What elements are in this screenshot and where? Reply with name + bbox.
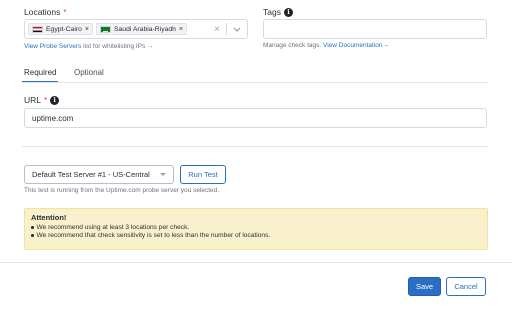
arrow-right-icon[interactable]: →: [383, 42, 390, 49]
info-icon: i: [50, 95, 60, 105]
arrow-right-icon: →: [147, 43, 154, 50]
location-chip-label: Saudi Arabia-Riyadh: [113, 25, 176, 33]
tags-label: Tags i: [263, 7, 293, 17]
view-probe-servers-link[interactable]: View Probe Servers: [24, 43, 81, 50]
bullet-icon: [31, 234, 34, 237]
alert-item: We recommend that check sensitivity is s…: [31, 232, 481, 239]
tabs-divider: [22, 82, 488, 83]
footer-divider: [0, 262, 512, 263]
test-server-select-value: Default Test Server #1 - US-Central: [32, 170, 150, 179]
section-divider: [22, 146, 488, 147]
locations-label: Locations *: [24, 7, 67, 17]
caret-down-icon: [160, 173, 166, 176]
tags-hint-text: Manage check tags.: [263, 42, 322, 49]
location-chip-label: Egypt-Cairo: [46, 25, 82, 33]
alert-item-text: We recommend using at least 3 locations …: [36, 224, 190, 231]
info-icon: i: [283, 7, 293, 17]
alert-title: Attention!: [31, 213, 67, 222]
url-input-value: uptime.com: [32, 113, 74, 123]
remove-location-icon[interactable]: ×: [179, 26, 183, 33]
location-chip-saudi: Saudi Arabia-Riyadh ×: [95, 23, 188, 35]
tab-optional[interactable]: Optional: [74, 68, 104, 77]
location-chip-egypt: Egypt-Cairo ×: [28, 23, 93, 35]
tags-label-text: Tags: [263, 7, 281, 17]
probe-servers-hint-text: list for whitelisting IPs: [83, 43, 146, 50]
egypt-flag-icon: [32, 25, 43, 33]
url-label: URL * i: [24, 95, 60, 105]
test-server-select[interactable]: Default Test Server #1 - US-Central: [24, 165, 174, 184]
locations-label-text: Locations: [24, 7, 61, 17]
required-mark: *: [63, 7, 67, 17]
remove-location-icon[interactable]: ×: [85, 26, 89, 33]
alert-item: We recommend using at least 3 locations …: [31, 224, 481, 231]
tags-input[interactable]: [263, 19, 487, 39]
tags-hint: Manage check tags. View Documentation→: [263, 42, 389, 49]
attention-alert: Attention! We recommend using at least 3…: [24, 208, 488, 250]
test-server-note: This test is running from the Uptime.com…: [24, 187, 220, 194]
locations-multiselect[interactable]: Egypt-Cairo × Saudi Arabia-Riyadh × ×: [24, 19, 248, 39]
required-mark: *: [44, 95, 48, 105]
alert-item-text: We recommend that check sensitivity is s…: [36, 232, 271, 239]
run-test-button[interactable]: Run Test: [180, 165, 226, 184]
clear-all-icon[interactable]: ×: [214, 24, 220, 35]
url-input[interactable]: uptime.com: [24, 108, 487, 128]
probe-servers-hint: View Probe Servers list for whitelisting…: [24, 43, 154, 50]
cancel-button[interactable]: Cancel: [446, 277, 486, 296]
save-button[interactable]: Save: [408, 277, 441, 296]
url-label-text: URL: [24, 95, 42, 105]
view-documentation-link[interactable]: View Documentation: [323, 42, 383, 49]
tab-required[interactable]: Required: [24, 68, 56, 77]
bullet-icon: [31, 226, 34, 229]
alert-list: We recommend using at least 3 locations …: [31, 224, 481, 239]
dropdown-chevron-icon[interactable]: [233, 20, 241, 38]
saudi-arabia-flag-icon: [99, 25, 111, 33]
